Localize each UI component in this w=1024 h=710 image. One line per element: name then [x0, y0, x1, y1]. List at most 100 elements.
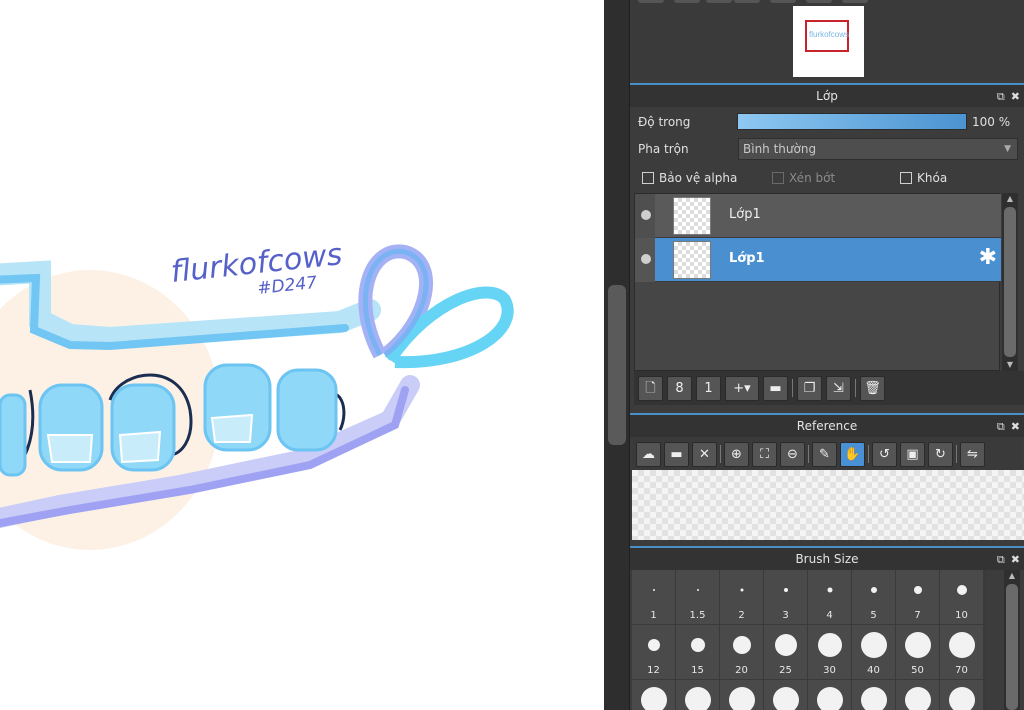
merge-down-icon[interactable]: ⇲	[826, 375, 851, 401]
rotate-left-icon[interactable]: ↺	[872, 441, 897, 467]
brush-dot-icon	[860, 687, 887, 710]
brush-size-cell[interactable]: 5	[852, 570, 895, 624]
brush-size-cell[interactable]	[676, 680, 719, 710]
close-icon[interactable]: ✖	[1011, 91, 1020, 102]
brush-size-cell[interactable]: 40	[852, 625, 895, 679]
brush-size-label: 25	[779, 665, 792, 676]
brush-size-cell[interactable]: 50	[896, 625, 939, 679]
popout-icon[interactable]: ⧉	[997, 91, 1005, 102]
scroll-up-icon[interactable]: ▲	[1004, 570, 1020, 582]
add-layer-dropdown-icon[interactable]: +▾	[725, 375, 759, 401]
canvas-scrollbar[interactable]	[604, 0, 630, 710]
scroll-down-icon[interactable]: ▼	[1002, 359, 1018, 371]
brush-size-cell[interactable]: 70	[940, 625, 983, 679]
scroll-up-icon[interactable]: ▲	[1002, 193, 1018, 205]
toolbar-separator	[956, 445, 957, 463]
layer-row[interactable]: Lớp1	[635, 194, 1001, 238]
drawing-canvas[interactable]: flurkofcows #D247	[0, 0, 604, 710]
visibility-toggle[interactable]	[635, 194, 655, 238]
visibility-toggle[interactable]	[635, 238, 655, 282]
brush-size-cell[interactable]: 7	[896, 570, 939, 624]
layer-row-selected[interactable]: Lớp1 ✱	[635, 238, 1001, 282]
close-icon[interactable]: ✖	[1011, 554, 1020, 565]
brush-size-cell[interactable]: 30	[808, 625, 851, 679]
layer-list-scrollbar[interactable]: ▲ ▼	[1002, 193, 1018, 371]
brush-size-cell[interactable]: 10	[940, 570, 983, 624]
brush-size-cell[interactable]	[720, 680, 763, 710]
brush-dot-icon	[640, 687, 667, 710]
brush-size-grid: 1 1.5 2 3 4 5 7 10 12 15 20 25 30 40 50 70	[632, 570, 986, 710]
brush-size-cell[interactable]: 4	[808, 570, 851, 624]
navigator-button[interactable]	[806, 0, 832, 3]
scrollbar-thumb[interactable]	[1006, 584, 1018, 710]
toolbar-separator	[868, 445, 869, 463]
navigator-button[interactable]	[706, 0, 732, 3]
hand-icon[interactable]: ✋	[840, 441, 865, 467]
navigator-button[interactable]	[734, 0, 760, 3]
new-8bit-layer-icon[interactable]: 8	[667, 375, 692, 401]
brush-size-cell[interactable]	[764, 680, 807, 710]
rotate-right-icon[interactable]: ↻	[928, 441, 953, 467]
open-folder-icon[interactable]: ▬	[664, 441, 689, 467]
new-layer-icon[interactable]: 🗋	[638, 375, 663, 401]
brush-size-cell[interactable]: 25	[764, 625, 807, 679]
gear-icon[interactable]: ✱	[979, 247, 997, 269]
brush-size-cell[interactable]	[852, 680, 895, 710]
layer-name: Lớp1	[729, 207, 761, 222]
reference-toolbar: ☁ ▬ ✕ ⊕ ⛶ ⊖ ✎ ✋ ↺ ▣ ↻ ⇋	[632, 437, 1022, 471]
navigator-button[interactable]	[674, 0, 700, 3]
flip-icon[interactable]: ⇋	[960, 441, 985, 467]
brush-dot-icon	[870, 587, 877, 593]
navigator-button[interactable]	[638, 0, 664, 3]
brush-size-cell[interactable]: 20	[720, 625, 763, 679]
brush-dot-icon	[904, 632, 931, 658]
brush-size-cell[interactable]: 1	[632, 570, 675, 624]
brush-size-cell[interactable]	[808, 680, 851, 710]
duplicate-icon[interactable]: ❐	[797, 375, 822, 401]
brush-size-cell[interactable]: 12	[632, 625, 675, 679]
brush-size-cell[interactable]	[940, 680, 983, 710]
checkbox-box[interactable]	[900, 172, 912, 184]
close-icon[interactable]: ✕	[692, 441, 717, 467]
brush-size-cell[interactable]: 3	[764, 570, 807, 624]
navigator-button[interactable]	[770, 0, 796, 3]
brush-size-scrollbar[interactable]: ▲	[1004, 570, 1020, 710]
brush-size-cell[interactable]: 15	[676, 625, 719, 679]
scrollbar-thumb[interactable]	[1004, 207, 1016, 357]
fullscreen-icon[interactable]: ▣	[900, 441, 925, 467]
popout-icon[interactable]: ⧉	[997, 421, 1005, 432]
eye-icon	[641, 210, 651, 220]
toolbar-separator	[792, 379, 793, 397]
popout-icon[interactable]: ⧉	[997, 554, 1005, 565]
reference-canvas[interactable]	[632, 470, 1024, 540]
canvas-scrollbar-thumb[interactable]	[608, 285, 626, 445]
zoom-in-icon[interactable]: ⊕	[724, 441, 749, 467]
layer-list: Lớp1 Lớp1 ✱	[634, 193, 1001, 371]
chevron-down-icon: ▼	[1004, 144, 1011, 154]
brush-dot-icon	[948, 632, 975, 658]
brush-size-cell[interactable]	[632, 680, 675, 710]
close-icon[interactable]: ✖	[1011, 421, 1020, 432]
delete-icon[interactable]: 🗑	[860, 375, 885, 401]
eyedropper-icon[interactable]: ✎	[812, 441, 837, 467]
layer-toolbar: 🗋 8 1 +▾ ▬ ❐ ⇲ 🗑	[634, 371, 1024, 405]
brush-dot-icon	[783, 588, 788, 592]
zoom-out-icon[interactable]: ⊖	[780, 441, 805, 467]
blend-mode-select[interactable]: Bình thường ▼	[738, 138, 1018, 160]
reference-panel-header: Reference ⧉ ✖	[630, 413, 1024, 437]
checkbox-box[interactable]	[642, 172, 654, 184]
artwork-cup-4	[276, 368, 338, 452]
brush-size-cell[interactable]: 2	[720, 570, 763, 624]
new-1bit-layer-icon[interactable]: 1	[696, 375, 721, 401]
fit-icon[interactable]: ⛶	[752, 441, 777, 467]
navigator-thumbnail[interactable]: flurkofcows	[793, 6, 864, 77]
brush-size-cell[interactable]: 1.5	[676, 570, 719, 624]
lock-checkbox[interactable]: Khóa	[900, 171, 947, 185]
folder-icon[interactable]: ▬	[763, 375, 788, 401]
brush-size-cell[interactable]	[896, 680, 939, 710]
cloud-upload-icon[interactable]: ☁	[636, 441, 661, 467]
navigator-button[interactable]	[842, 0, 868, 3]
opacity-slider[interactable]	[737, 113, 967, 130]
brush-size-label: 1	[650, 610, 657, 621]
alpha-protect-checkbox[interactable]: Bảo vệ alpha	[642, 171, 737, 185]
